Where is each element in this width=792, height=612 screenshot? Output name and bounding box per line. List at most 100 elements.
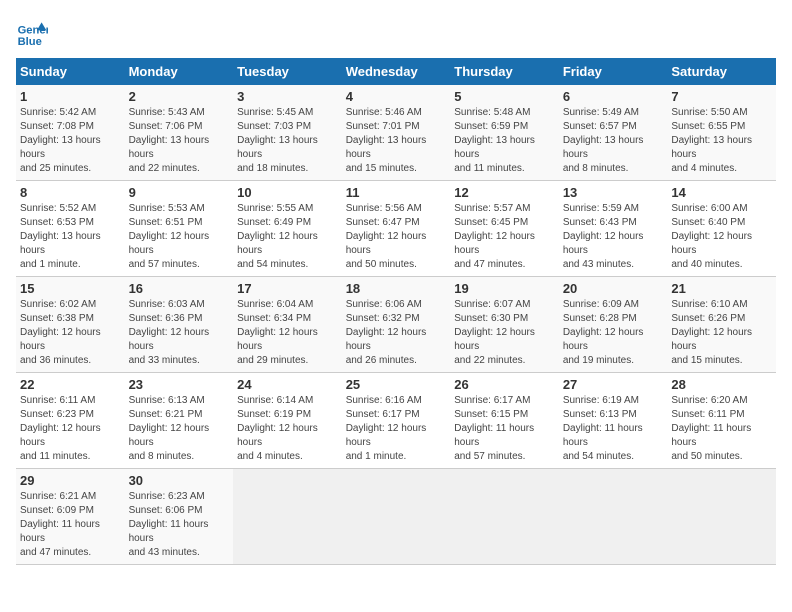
day-info: Sunrise: 6:07 AMSunset: 6:30 PMDaylight:… <box>454 298 555 368</box>
day-number: 22 <box>20 377 121 392</box>
calendar-cell: 6 Sunrise: 5:49 AMSunset: 6:57 PMDaylight… <box>559 85 668 181</box>
day-number: 18 <box>346 281 447 296</box>
page-header: General Blue <box>16 16 776 48</box>
day-info: Sunrise: 6:19 AMSunset: 6:13 PMDaylight:… <box>563 394 664 464</box>
day-number: 7 <box>671 89 772 104</box>
day-info: Sunrise: 5:53 AMSunset: 6:51 PMDaylight:… <box>129 202 230 272</box>
day-number: 14 <box>671 185 772 200</box>
day-info: Sunrise: 6:16 AMSunset: 6:17 PMDaylight:… <box>346 394 447 464</box>
calendar-cell: 8 Sunrise: 5:52 AMSunset: 6:53 PMDaylight… <box>16 181 125 277</box>
day-number: 3 <box>237 89 338 104</box>
column-header-wednesday: Wednesday <box>342 58 451 85</box>
day-number: 19 <box>454 281 555 296</box>
calendar-week-5: 29 Sunrise: 6:21 AMSunset: 6:09 PMDayligh… <box>16 469 776 565</box>
day-info: Sunrise: 6:02 AMSunset: 6:38 PMDaylight:… <box>20 298 121 368</box>
day-number: 27 <box>563 377 664 392</box>
calendar-cell: 15 Sunrise: 6:02 AMSunset: 6:38 PMDayligh… <box>16 277 125 373</box>
day-info: Sunrise: 5:55 AMSunset: 6:49 PMDaylight:… <box>237 202 338 272</box>
column-header-monday: Monday <box>125 58 234 85</box>
day-info: Sunrise: 5:43 AMSunset: 7:06 PMDaylight:… <box>129 106 230 176</box>
day-number: 24 <box>237 377 338 392</box>
calendar-cell: 23Sunrise: 6:13 AMSunset: 6:21 PMDayligh… <box>125 373 234 469</box>
calendar-cell: 19 Sunrise: 6:07 AMSunset: 6:30 PMDayligh… <box>450 277 559 373</box>
day-number: 21 <box>671 281 772 296</box>
day-number: 16 <box>129 281 230 296</box>
day-info: Sunrise: 5:42 AMSunset: 7:08 PMDaylight:… <box>20 106 121 176</box>
calendar-cell: 29 Sunrise: 6:21 AMSunset: 6:09 PMDayligh… <box>16 469 125 565</box>
calendar-header-row: SundayMondayTuesdayWednesdayThursdayFrid… <box>16 58 776 85</box>
calendar-cell: 12 Sunrise: 5:57 AMSunset: 6:45 PMDayligh… <box>450 181 559 277</box>
day-number: 17 <box>237 281 338 296</box>
day-number: 6 <box>563 89 664 104</box>
calendar-week-3: 15 Sunrise: 6:02 AMSunset: 6:38 PMDayligh… <box>16 277 776 373</box>
day-info: Sunrise: 6:03 AMSunset: 6:36 PMDaylight:… <box>129 298 230 368</box>
column-header-saturday: Saturday <box>667 58 776 85</box>
calendar-cell: 24 Sunrise: 6:14 AMSunset: 6:19 PMDayligh… <box>233 373 342 469</box>
calendar-cell: 18 Sunrise: 6:06 AMSunset: 6:32 PMDayligh… <box>342 277 451 373</box>
day-info: Sunrise: 5:50 AMSunset: 6:55 PMDaylight:… <box>671 106 772 176</box>
calendar-cell <box>342 469 451 565</box>
calendar-cell: 13Sunrise: 5:59 AMSunset: 6:43 PMDayligh… <box>559 181 668 277</box>
column-header-sunday: Sunday <box>16 58 125 85</box>
calendar-cell: 20Sunrise: 6:09 AMSunset: 6:28 PMDayligh… <box>559 277 668 373</box>
day-number: 20 <box>563 281 664 296</box>
day-info: Sunrise: 6:04 AMSunset: 6:34 PMDaylight:… <box>237 298 338 368</box>
logo-icon: General Blue <box>16 16 48 48</box>
day-info: Sunrise: 6:17 AMSunset: 6:15 PMDaylight:… <box>454 394 555 464</box>
calendar-cell <box>233 469 342 565</box>
day-number: 12 <box>454 185 555 200</box>
calendar-cell: 28 Sunrise: 6:20 AMSunset: 6:11 PMDayligh… <box>667 373 776 469</box>
day-number: 5 <box>454 89 555 104</box>
calendar-cell: 9 Sunrise: 5:53 AMSunset: 6:51 PMDaylight… <box>125 181 234 277</box>
calendar-cell: 25 Sunrise: 6:16 AMSunset: 6:17 PMDayligh… <box>342 373 451 469</box>
calendar-cell: 11Sunrise: 5:56 AMSunset: 6:47 PMDayligh… <box>342 181 451 277</box>
calendar-cell: 30Sunrise: 6:23 AMSunset: 6:06 PMDayligh… <box>125 469 234 565</box>
day-number: 4 <box>346 89 447 104</box>
column-header-thursday: Thursday <box>450 58 559 85</box>
day-number: 8 <box>20 185 121 200</box>
calendar-cell: 4 Sunrise: 5:46 AMSunset: 7:01 PMDaylight… <box>342 85 451 181</box>
calendar-cell: 5 Sunrise: 5:48 AMSunset: 6:59 PMDaylight… <box>450 85 559 181</box>
svg-text:Blue: Blue <box>18 36 42 48</box>
calendar-cell: 2 Sunrise: 5:43 AMSunset: 7:06 PMDaylight… <box>125 85 234 181</box>
day-info: Sunrise: 6:10 AMSunset: 6:26 PMDaylight:… <box>671 298 772 368</box>
calendar-cell: 27 Sunrise: 6:19 AMSunset: 6:13 PMDayligh… <box>559 373 668 469</box>
day-number: 25 <box>346 377 447 392</box>
calendar-cell <box>667 469 776 565</box>
calendar-cell: 22Sunrise: 6:11 AMSunset: 6:23 PMDayligh… <box>16 373 125 469</box>
day-info: Sunrise: 5:48 AMSunset: 6:59 PMDaylight:… <box>454 106 555 176</box>
day-info: Sunrise: 6:06 AMSunset: 6:32 PMDaylight:… <box>346 298 447 368</box>
calendar-week-2: 8 Sunrise: 5:52 AMSunset: 6:53 PMDaylight… <box>16 181 776 277</box>
column-header-tuesday: Tuesday <box>233 58 342 85</box>
day-info: Sunrise: 5:59 AMSunset: 6:43 PMDaylight:… <box>563 202 664 272</box>
calendar-week-4: 22Sunrise: 6:11 AMSunset: 6:23 PMDayligh… <box>16 373 776 469</box>
calendar-cell: 3 Sunrise: 5:45 AMSunset: 7:03 PMDaylight… <box>233 85 342 181</box>
day-number: 28 <box>671 377 772 392</box>
day-number: 1 <box>20 89 121 104</box>
day-info: Sunrise: 5:52 AMSunset: 6:53 PMDaylight:… <box>20 202 121 272</box>
day-info: Sunrise: 5:45 AMSunset: 7:03 PMDaylight:… <box>237 106 338 176</box>
calendar-cell: 26 Sunrise: 6:17 AMSunset: 6:15 PMDayligh… <box>450 373 559 469</box>
day-info: Sunrise: 6:13 AMSunset: 6:21 PMDaylight:… <box>129 394 230 464</box>
day-number: 15 <box>20 281 121 296</box>
calendar-cell: 14Sunrise: 6:00 AMSunset: 6:40 PMDayligh… <box>667 181 776 277</box>
day-info: Sunrise: 6:20 AMSunset: 6:11 PMDaylight:… <box>671 394 772 464</box>
day-number: 9 <box>129 185 230 200</box>
day-info: Sunrise: 5:46 AMSunset: 7:01 PMDaylight:… <box>346 106 447 176</box>
day-info: Sunrise: 6:14 AMSunset: 6:19 PMDaylight:… <box>237 394 338 464</box>
day-number: 2 <box>129 89 230 104</box>
day-number: 11 <box>346 185 447 200</box>
calendar-cell <box>450 469 559 565</box>
day-number: 10 <box>237 185 338 200</box>
day-info: Sunrise: 6:23 AMSunset: 6:06 PMDaylight:… <box>129 490 230 560</box>
day-number: 26 <box>454 377 555 392</box>
day-number: 29 <box>20 473 121 488</box>
calendar-cell: 7 Sunrise: 5:50 AMSunset: 6:55 PMDaylight… <box>667 85 776 181</box>
calendar-cell: 1 Sunrise: 5:42 AMSunset: 7:08 PMDaylight… <box>16 85 125 181</box>
day-info: Sunrise: 5:57 AMSunset: 6:45 PMDaylight:… <box>454 202 555 272</box>
day-info: Sunrise: 6:21 AMSunset: 6:09 PMDaylight:… <box>20 490 121 560</box>
calendar-cell: 17 Sunrise: 6:04 AMSunset: 6:34 PMDayligh… <box>233 277 342 373</box>
calendar-cell: 16 Sunrise: 6:03 AMSunset: 6:36 PMDayligh… <box>125 277 234 373</box>
day-info: Sunrise: 5:49 AMSunset: 6:57 PMDaylight:… <box>563 106 664 176</box>
calendar-table: SundayMondayTuesdayWednesdayThursdayFrid… <box>16 58 776 565</box>
